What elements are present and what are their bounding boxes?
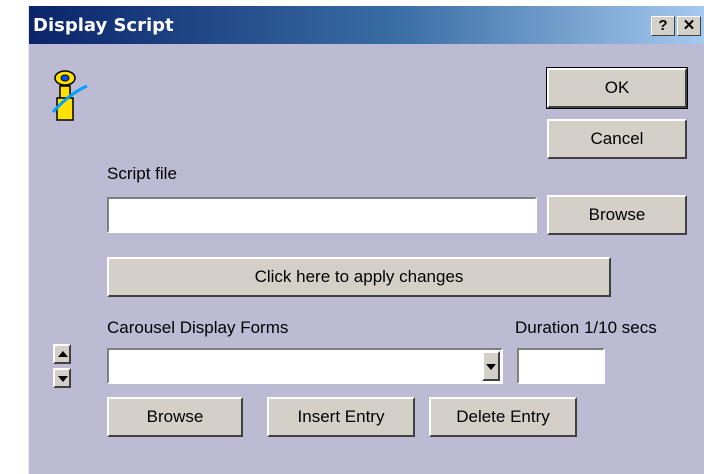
move-down-button[interactable]	[53, 368, 71, 388]
down-arrow-icon	[58, 376, 68, 382]
carousel-forms-dropdown[interactable]	[107, 348, 503, 384]
chevron-down-icon	[486, 364, 496, 370]
script-file-input[interactable]	[107, 197, 537, 233]
duration-input[interactable]	[517, 348, 605, 384]
insert-entry-button[interactable]: Insert Entry	[267, 397, 415, 437]
carousel-forms-label: Carousel Display Forms	[107, 318, 289, 337]
browse-script-button[interactable]: Browse	[547, 195, 687, 235]
delete-entry-button[interactable]: Delete Entry	[429, 397, 577, 437]
apply-changes-button[interactable]: Click here to apply changes	[107, 257, 611, 297]
title-bar[interactable]: Display Script ? ✕	[29, 6, 704, 44]
close-button[interactable]: ✕	[677, 16, 701, 36]
ok-button[interactable]: OK	[546, 67, 688, 109]
move-up-button[interactable]	[53, 344, 71, 364]
carousel-wizard-icon	[51, 70, 88, 121]
browse-form-button[interactable]: Browse	[107, 397, 243, 437]
cancel-button[interactable]: Cancel	[547, 119, 687, 159]
script-file-label: Script file	[107, 164, 177, 183]
dropdown-button[interactable]	[482, 351, 500, 381]
display-script-dialog: Display Script ? ✕ OK Cancel Script file…	[28, 6, 704, 474]
duration-label: Duration 1/10 secs	[515, 318, 657, 337]
help-button[interactable]: ?	[651, 16, 675, 36]
up-arrow-icon	[58, 351, 68, 357]
window-title: Display Script	[33, 15, 174, 36]
